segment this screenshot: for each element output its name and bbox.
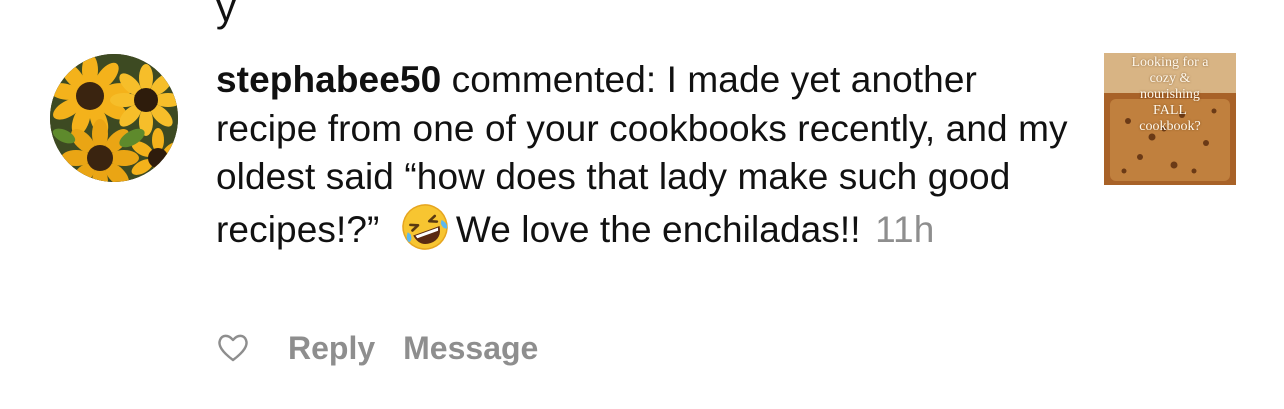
comment-body-continued: We love the enchiladas!! xyxy=(455,208,861,250)
thumbnail-caption-line: cozy & xyxy=(1149,71,1191,86)
message-button[interactable]: Message xyxy=(403,330,538,367)
user-avatar[interactable] xyxy=(50,54,178,182)
sunflower-avatar-image xyxy=(50,54,178,182)
post-thumbnail[interactable]: Looking for a cozy & nourishing FALL coo… xyxy=(1104,53,1236,185)
thumbnail-caption-line: Looking for a xyxy=(1131,55,1209,70)
clipped-previous-text: y xyxy=(216,0,236,30)
thumbnail-caption: Looking for a cozy & nourishing FALL coo… xyxy=(1104,55,1236,135)
thumbnail-caption-line: FALL xyxy=(1153,103,1187,118)
rolling-on-floor-laughing-icon xyxy=(400,202,450,252)
comment-actions: Reply Message xyxy=(216,325,566,371)
reply-button[interactable]: Reply xyxy=(288,330,375,367)
comment-username[interactable]: stephabee50 xyxy=(216,59,441,100)
comment-text: stephabee50 commented: I made yet anothe… xyxy=(216,56,1086,254)
thumbnail-caption-line: nourishing xyxy=(1140,87,1200,102)
thumbnail-caption-line: cookbook? xyxy=(1139,119,1201,134)
comment-timestamp: 11h xyxy=(875,208,935,250)
heart-outline-icon[interactable] xyxy=(216,331,250,365)
